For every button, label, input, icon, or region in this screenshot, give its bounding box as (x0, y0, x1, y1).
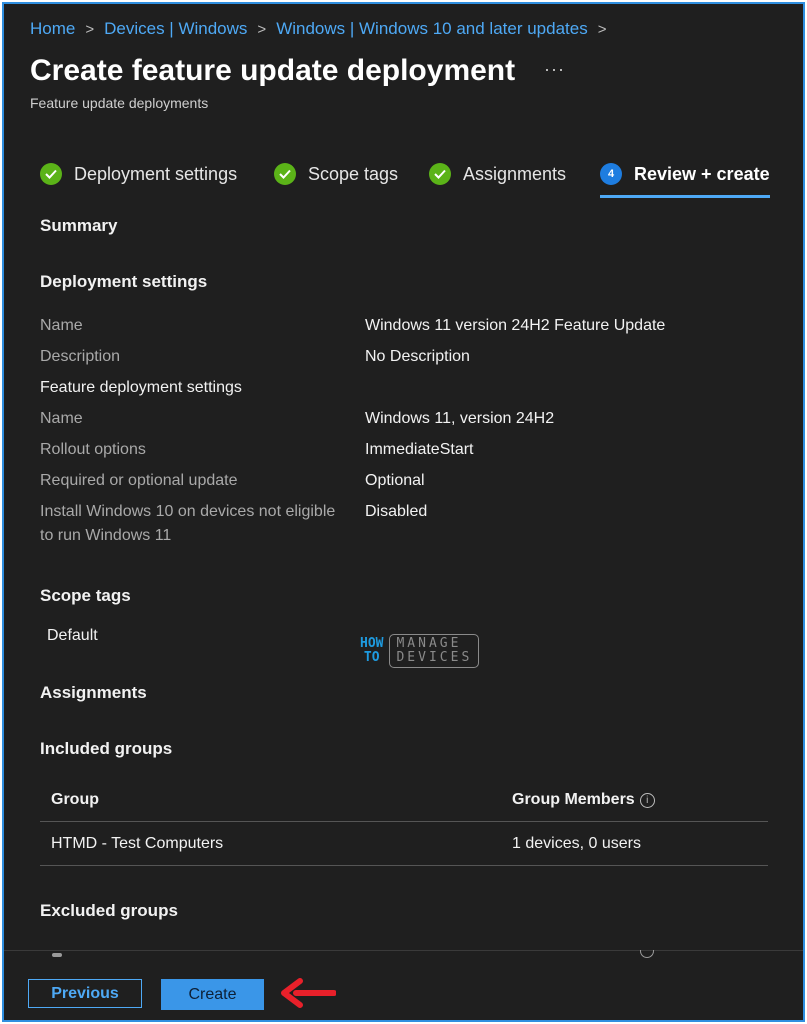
page-subtitle: Feature update deployments (30, 95, 209, 111)
review-content: Summary Deployment settings Name Windows… (40, 204, 780, 948)
watermark-to: TO (363, 650, 380, 665)
breadcrumb: Home > Devices | Windows > Windows | Windows… (30, 19, 616, 39)
step-deployment-settings[interactable]: Deployment settings (40, 162, 237, 198)
checkmark-icon (429, 163, 451, 185)
chevron-right-icon: > (85, 21, 95, 38)
step-label: Review + create (634, 164, 770, 184)
watermark-how-to: HOW TO (360, 637, 383, 665)
install-win10-label-line2: to run Windows 11 (40, 527, 172, 544)
breadcrumb-devices-windows[interactable]: Devices | Windows (104, 19, 247, 38)
watermark-manage: MANAGE (396, 636, 462, 651)
excluded-groups-heading: Excluded groups (40, 901, 178, 920)
step-assignments[interactable]: Assignments (429, 162, 566, 198)
step-label: Assignments (463, 164, 567, 184)
description-value: No Description (365, 348, 470, 365)
checkmark-icon (274, 163, 296, 185)
watermark-how: HOW (360, 636, 384, 651)
column-header-group-members: Group Members i (512, 791, 655, 809)
feature-deployment-settings-heading: Feature deployment settings (40, 379, 242, 396)
install-win10-value: Disabled (365, 503, 428, 520)
chevron-right-icon: > (257, 21, 267, 38)
rollout-options-label: Rollout options (40, 441, 146, 458)
header-divider (40, 821, 768, 822)
chevron-right-icon: > (597, 21, 607, 38)
rollout-options-value: ImmediateStart (365, 441, 474, 458)
required-optional-label: Required or optional update (40, 472, 238, 489)
breadcrumb-windows-updates[interactable]: Windows | Windows 10 and later updates (276, 19, 588, 38)
page-title: Create feature update deployment (30, 54, 516, 87)
red-arrow-icon (278, 977, 337, 1014)
step-scope-tags[interactable]: Scope tags (274, 162, 398, 198)
step-review-create[interactable]: 4 Review + create (600, 162, 770, 198)
name-value: Windows 11 version 24H2 Feature Update (365, 317, 666, 334)
app-window: Home > Devices | Windows > Windows | Windows… (2, 2, 805, 1022)
previous-button[interactable]: Previous (28, 979, 142, 1008)
htmd-watermark-logo: HOW TO MANAGE DEVICES (360, 634, 480, 668)
watermark-manage-devices: MANAGE DEVICES (389, 634, 480, 668)
more-options-icon[interactable]: ··· (544, 59, 565, 80)
step-number-icon: 4 (600, 163, 622, 185)
step-label: Deployment settings (74, 164, 238, 184)
watermark-devices: DEVICES (396, 650, 473, 665)
info-icon[interactable]: i (639, 793, 655, 808)
scope-tags-heading: Scope tags (40, 586, 131, 605)
scope-tag-value: Default (47, 627, 98, 644)
breadcrumb-home[interactable]: Home (30, 19, 75, 38)
required-optional-value: Optional (365, 472, 425, 489)
checkmark-icon (40, 163, 62, 185)
scrolled-icon-fragment (640, 950, 654, 958)
feature-name-label: Name (40, 410, 83, 427)
deployment-settings-heading: Deployment settings (40, 272, 208, 291)
feature-name-value: Windows 11, version 24H2 (365, 410, 555, 427)
row-divider (40, 865, 768, 866)
description-label: Description (40, 348, 121, 365)
scrolled-text-fragment (52, 953, 62, 957)
wizard-footer: Previous Create (4, 950, 803, 1020)
create-button[interactable]: Create (161, 979, 264, 1010)
included-groups-heading: Included groups (40, 739, 173, 758)
column-header-group: Group (51, 791, 99, 808)
install-win10-label-line1: Install Windows 10 on devices not eligib… (40, 503, 336, 520)
assignments-heading: Assignments (40, 683, 147, 702)
column-header-label: Group Members (512, 791, 635, 808)
step-label: Scope tags (308, 164, 399, 184)
group-members-cell: 1 devices, 0 users (512, 835, 641, 852)
name-label: Name (40, 317, 83, 334)
group-name-cell: HTMD - Test Computers (51, 835, 224, 852)
summary-heading: Summary (40, 216, 118, 235)
